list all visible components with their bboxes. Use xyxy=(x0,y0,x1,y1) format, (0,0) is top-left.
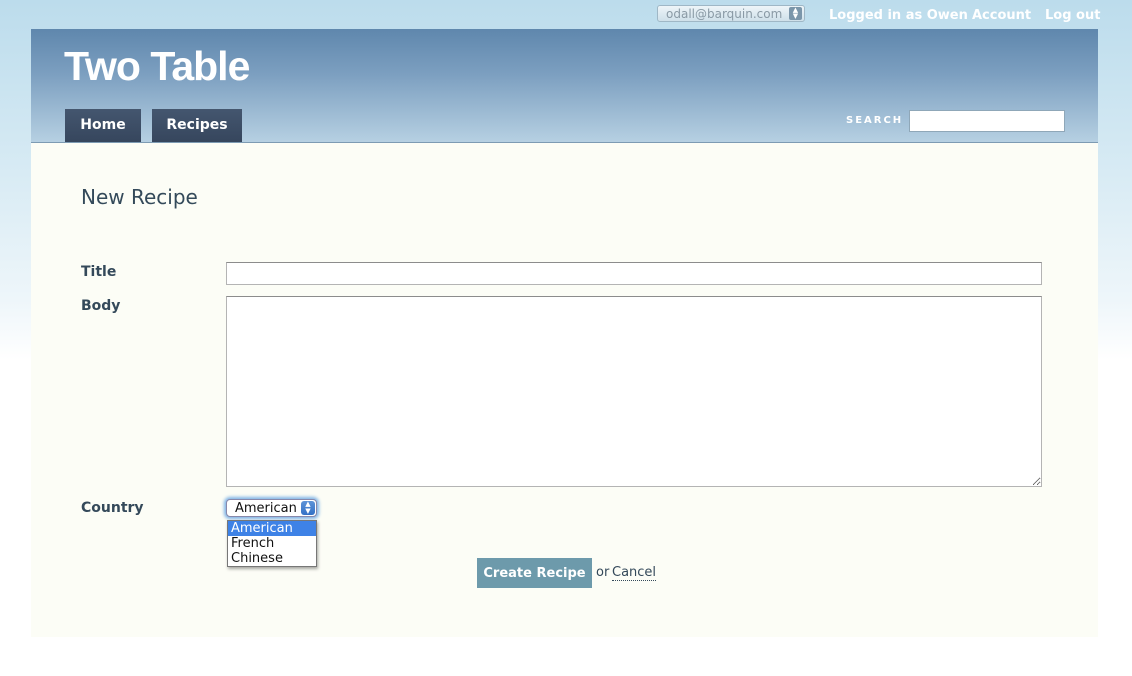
country-dropdown-list: American French Chinese xyxy=(227,520,317,567)
body-label: Body xyxy=(81,298,121,314)
select-arrows-icon: ▲ ▼ xyxy=(301,501,315,515)
title-label: Title xyxy=(81,264,117,280)
site-logo[interactable]: Two Table xyxy=(64,43,250,90)
country-option-chinese[interactable]: Chinese xyxy=(228,551,316,566)
country-select[interactable]: American ▲ ▼ xyxy=(226,499,317,517)
logout-link[interactable]: Log out xyxy=(1045,8,1100,23)
search-label: SEARCH xyxy=(846,115,904,126)
or-text: or xyxy=(596,565,610,580)
site-header: Two Table Home Recipes SEARCH xyxy=(31,29,1098,143)
tab-home[interactable]: Home xyxy=(65,109,141,142)
account-link[interactable]: Account xyxy=(972,8,1031,23)
tab-recipes[interactable]: Recipes xyxy=(152,109,242,142)
create-recipe-button[interactable]: Create Recipe xyxy=(477,558,592,588)
page-title: New Recipe xyxy=(81,185,198,209)
main-content: New Recipe Title Body Country American ▲… xyxy=(31,143,1098,637)
account-select[interactable]: odall@barquin.com ▲ ▼ xyxy=(657,5,805,22)
search-input[interactable] xyxy=(909,110,1065,132)
top-bar: odall@barquin.com ▲ ▼ Logged in as Owen A… xyxy=(0,0,1132,29)
account-email: odall@barquin.com xyxy=(666,7,783,21)
body-textarea[interactable] xyxy=(226,296,1042,487)
cancel-link[interactable]: Cancel xyxy=(612,565,657,581)
country-selected-value: American xyxy=(235,501,297,516)
select-arrows-icon: ▲ ▼ xyxy=(789,7,802,20)
title-input[interactable] xyxy=(226,262,1042,285)
country-option-french[interactable]: French xyxy=(228,536,316,551)
logged-in-text: Logged in as Owen xyxy=(829,8,968,23)
country-option-american[interactable]: American xyxy=(228,521,316,536)
country-label: Country xyxy=(81,500,144,516)
